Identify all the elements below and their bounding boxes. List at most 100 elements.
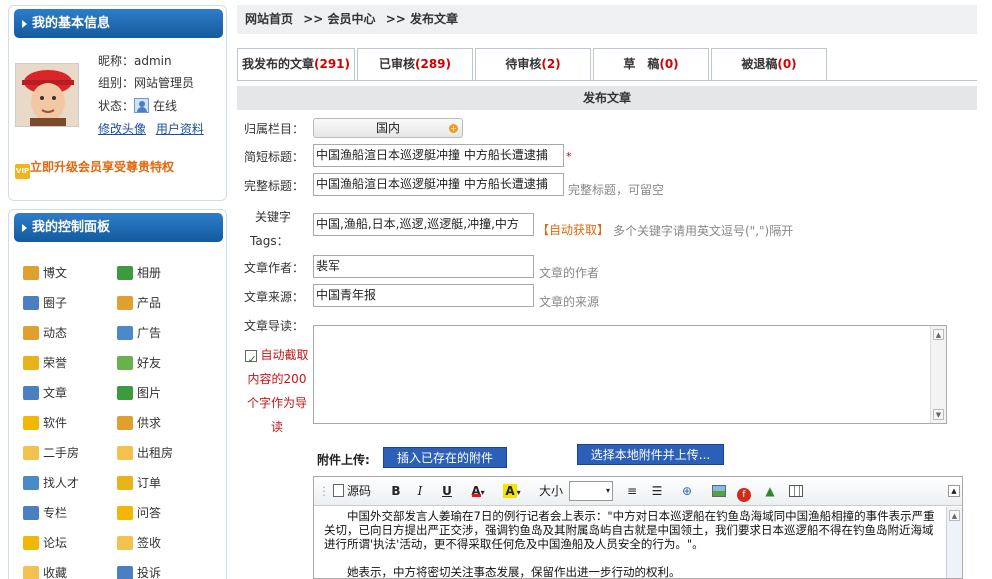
link-icon[interactable]: ⊕: [678, 482, 696, 500]
collapse-toolbar-icon[interactable]: ▲: [948, 485, 960, 497]
source-icon: [332, 484, 344, 497]
control-panel-item[interactable]: 出租房: [117, 444, 173, 461]
tab-divider: [237, 80, 977, 81]
folder-icon: [117, 535, 133, 550]
tab-rejected[interactable]: 被退稿(0): [711, 48, 827, 80]
column-icon: [23, 505, 39, 520]
editor-scrollbar[interactable]: ▲: [946, 507, 962, 578]
software-icon: [23, 415, 39, 430]
breadcrumb-member-center[interactable]: 会员中心: [328, 12, 376, 26]
control-panel-item[interactable]: 文章: [23, 384, 67, 401]
image-icon[interactable]: [710, 482, 728, 500]
control-panel-item[interactable]: 荣誉: [23, 354, 67, 371]
tab-my-articles[interactable]: 我发布的文章(291): [237, 48, 355, 80]
breadcrumb: 网站首页 >> 会员中心 >> 发布文章: [237, 5, 977, 34]
control-panel-item-label: 找人才: [43, 476, 80, 490]
bold-icon[interactable]: B: [387, 482, 405, 500]
italic-icon[interactable]: I: [411, 482, 429, 500]
edit-avatar-link[interactable]: 修改头像: [98, 122, 146, 136]
control-panel-title: 我的控制面板: [14, 213, 223, 242]
control-panel-item[interactable]: 订单: [117, 474, 161, 491]
upgrade-vip-link[interactable]: VIP立即升级会员享受尊贵特权: [15, 158, 174, 179]
auto-fetch-keywords[interactable]: 【自动获取】: [537, 221, 609, 238]
control-panel-item[interactable]: 找人才: [23, 474, 79, 491]
group-icon: [23, 295, 39, 310]
control-panel-item[interactable]: 问答: [117, 504, 161, 521]
keywords-input[interactable]: 中国,渔船,日本,巡逻,巡逻艇,冲撞,中方: [313, 213, 534, 236]
source-button[interactable]: 源码: [328, 482, 376, 500]
unordered-list-icon[interactable]: ☰: [648, 482, 666, 500]
image-icon: [117, 385, 133, 400]
tab-drafts[interactable]: 草 稿(0): [593, 48, 709, 80]
user-info-link[interactable]: 用户资料: [156, 122, 204, 136]
author-label: 文章作者：: [244, 261, 305, 275]
scroll-up-icon[interactable]: ▲: [949, 510, 960, 521]
control-panel-item-label: 投诉: [137, 566, 162, 579]
upload-local-attachment-button[interactable]: 选择本地附件并上传...: [577, 444, 724, 465]
auto-cut-option[interactable]: 自动截取内容的200个字作为导读: [244, 343, 310, 439]
auto-cut-checkbox[interactable]: [245, 348, 258, 372]
tab-pending[interactable]: 待审核(2): [475, 48, 591, 80]
upload-label: 附件上传:: [317, 453, 370, 467]
highlight-color-icon[interactable]: A ▾: [498, 482, 526, 500]
editor-content[interactable]: 中国外交部发言人姜瑜在7日的例行记者会上表示："中方对日本巡逻船在钓鱼岛海域同中…: [314, 507, 948, 578]
full-title-label: 完整标题：: [244, 179, 305, 193]
scroll-down-icon[interactable]: ▼: [933, 409, 944, 420]
author-input[interactable]: 裴军: [313, 255, 534, 278]
intro-textarea[interactable]: ▲ ▼: [313, 325, 947, 424]
short-title-label: 简短标题：: [244, 150, 305, 164]
control-panel-item-label: 问答: [137, 506, 162, 520]
megaphone-icon: [23, 325, 39, 340]
control-panel-item[interactable]: 论坛: [23, 534, 67, 551]
table-icon[interactable]: [787, 482, 805, 500]
intro-scrollbar[interactable]: ▲ ▼: [930, 326, 946, 423]
font-size-select[interactable]: ▾: [569, 481, 613, 501]
control-panel-item[interactable]: 专栏: [23, 504, 67, 521]
font-color-icon[interactable]: A▾: [464, 482, 492, 500]
category-select[interactable]: 国内 +: [313, 118, 463, 138]
required-mark: *: [566, 150, 572, 163]
control-panel-item[interactable]: 产品: [117, 294, 161, 311]
control-panel-item[interactable]: 二手房: [23, 444, 79, 461]
breadcrumb-home[interactable]: 网站首页: [245, 12, 293, 26]
flash-icon[interactable]: f: [735, 482, 753, 502]
control-panel-item[interactable]: 博文: [23, 264, 67, 281]
control-panel-item[interactable]: 软件: [23, 414, 67, 431]
control-panel-item[interactable]: 投诉: [117, 564, 161, 579]
control-panel-item-label: 签收: [137, 536, 162, 550]
control-panel-item[interactable]: 图片: [117, 384, 161, 401]
control-panel-item[interactable]: 供求: [117, 414, 161, 431]
scroll-up-icon[interactable]: ▲: [933, 329, 944, 340]
supply-icon: [117, 415, 133, 430]
insert-existing-attachment-button[interactable]: 插入已存在的附件: [383, 447, 507, 468]
control-panel-item[interactable]: 动态: [23, 324, 67, 341]
author-hint: 文章的作者: [539, 266, 600, 280]
ordered-list-icon[interactable]: ≡: [623, 482, 641, 500]
control-panel-item-label: 博文: [43, 266, 68, 280]
short-title-input[interactable]: 中国渔船渲日本巡逻艇冲撞 中方船长遭逮捕: [313, 144, 564, 167]
category-label: 归属栏目：: [244, 122, 305, 136]
complaint-icon: [117, 565, 133, 579]
talent-icon: [23, 475, 39, 490]
content-editor[interactable]: ⋮ 源码 B I U A▾ A ▾ 大小 ▾ ≡ ☰ ⊕ f ▲ ▲ 中国外交部发…: [313, 476, 963, 579]
control-panel-item[interactable]: 相册: [117, 264, 161, 281]
control-panel-item-label: 收藏: [43, 566, 68, 579]
control-panel-item-label: 出租房: [137, 446, 174, 460]
control-panel-item[interactable]: 收藏: [23, 564, 67, 579]
special-char-icon[interactable]: ▲: [761, 482, 779, 500]
control-panel-item[interactable]: 好友: [117, 354, 161, 371]
crown-icon: [23, 355, 39, 370]
control-panel-item[interactable]: 广告: [117, 324, 161, 341]
intro-label: 文章导读：: [244, 319, 305, 333]
control-panel-item-label: 好友: [137, 356, 162, 370]
control-panel-item[interactable]: 签收: [117, 534, 161, 551]
source-input[interactable]: 中国青年报: [313, 284, 534, 307]
full-title-input[interactable]: 中国渔船渲日本巡逻艇冲撞 中方船长遭逮捕: [313, 173, 564, 196]
triangle-icon: [22, 223, 27, 232]
plus-icon: +: [449, 124, 458, 133]
photo-icon: [117, 265, 133, 280]
tab-approved[interactable]: 已审核(289): [357, 48, 473, 80]
underline-icon[interactable]: U: [438, 482, 456, 500]
control-panel-item-label: 订单: [137, 476, 162, 490]
control-panel-item[interactable]: 圈子: [23, 294, 67, 311]
